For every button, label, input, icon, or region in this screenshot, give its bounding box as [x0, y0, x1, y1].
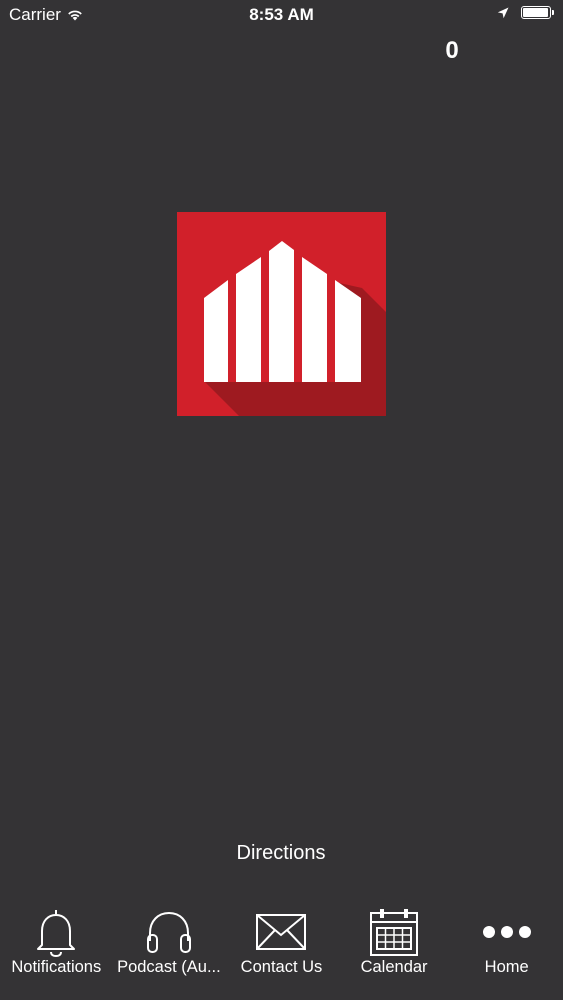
- battery-tip: [552, 10, 554, 15]
- tab-calendar[interactable]: Calendar: [338, 886, 451, 1000]
- battery-fill: [523, 8, 548, 17]
- headphones-icon: [143, 906, 195, 958]
- battery-indicator: [521, 6, 554, 19]
- battery-icon: [521, 6, 551, 19]
- location-arrow-icon: [497, 7, 509, 18]
- directions-button[interactable]: Directions: [181, 836, 381, 870]
- tab-home[interactable]: Home: [450, 886, 563, 1000]
- tab-label-notifications: Notifications: [11, 958, 102, 976]
- calendar-icon: [368, 906, 420, 958]
- building-logo-icon: [177, 212, 386, 416]
- status-bar: Carrier 8:53 AM: [0, 0, 563, 30]
- bell-icon: [30, 906, 82, 958]
- tab-notifications[interactable]: Notifications: [0, 886, 113, 1000]
- status-right-group: [497, 6, 554, 19]
- tab-label-contact-us: Contact Us: [240, 958, 323, 976]
- tab-label-calendar: Calendar: [360, 958, 428, 976]
- badge-counter[interactable]: 0: [432, 37, 472, 65]
- envelope-icon: [255, 906, 307, 958]
- tab-bar: Notifications Podcast (Au... Contact Us …: [0, 886, 563, 1000]
- tab-contact-us[interactable]: Contact Us: [225, 886, 338, 1000]
- app-screen: Carrier 8:53 AM 0 Directions Notificatio…: [0, 0, 563, 1000]
- tab-label-podcast: Podcast (Au...: [117, 958, 221, 976]
- tab-label-home: Home: [484, 958, 529, 976]
- status-time: 8:53 AM: [249, 5, 314, 24]
- tab-podcast[interactable]: Podcast (Au...: [113, 886, 226, 1000]
- more-dots-icon: [481, 906, 533, 958]
